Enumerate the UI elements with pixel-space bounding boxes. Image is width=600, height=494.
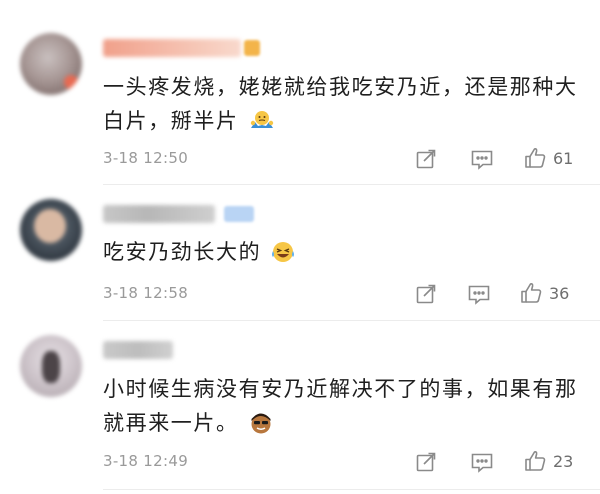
thumbs-up-icon xyxy=(519,281,543,305)
comment-timestamp: 3-18 12:50 xyxy=(103,149,189,167)
comment-button[interactable] xyxy=(470,147,494,171)
comment-icon xyxy=(470,148,494,170)
comment-text: 吃安乃劲长大的 xyxy=(103,235,583,269)
username-blurred[interactable] xyxy=(103,205,215,223)
thumbs-up-icon xyxy=(523,146,547,170)
cool-face-emoji-icon xyxy=(249,410,271,434)
comment-item: 一头疼发烧，姥姥就给我吃安乃近，还是那种大白片，掰半片 3-18 12:50 6… xyxy=(0,0,600,185)
comment-timestamp: 3-18 12:58 xyxy=(103,284,189,302)
share-button[interactable] xyxy=(415,450,437,474)
share-button[interactable] xyxy=(415,282,437,306)
thumbs-up-icon xyxy=(523,449,547,473)
share-icon xyxy=(415,451,437,473)
comment-text: 小时候生病没有安乃近解决不了的事，如果有那就再来一片。 xyxy=(103,377,578,435)
comment-button[interactable] xyxy=(467,282,491,306)
username-blurred[interactable] xyxy=(103,39,241,57)
comment-icon xyxy=(467,283,491,305)
comment-timestamp: 3-18 12:49 xyxy=(103,452,189,470)
username-blurred[interactable] xyxy=(103,341,173,359)
share-button[interactable] xyxy=(415,147,437,171)
comment-item: 吃安乃劲长大的 3-18 12:58 36 xyxy=(0,185,600,321)
like-count: 23 xyxy=(553,451,574,471)
share-icon xyxy=(415,283,437,305)
avatar[interactable] xyxy=(20,199,82,261)
avatar[interactable] xyxy=(20,33,82,95)
like-button[interactable]: 23 xyxy=(523,449,573,473)
like-count: 61 xyxy=(553,148,574,168)
like-button[interactable]: 36 xyxy=(519,281,569,305)
like-button[interactable]: 61 xyxy=(523,146,573,170)
user-badge-icon xyxy=(244,40,260,56)
comment-item: 小时候生病没有安乃近解决不了的事，如果有那就再来一片。 3-18 12:49 2… xyxy=(0,321,600,494)
user-badge-icon xyxy=(224,206,254,222)
like-count: 36 xyxy=(549,283,570,303)
shrug-emoji-icon xyxy=(249,108,274,130)
avatar[interactable] xyxy=(20,335,82,397)
divider xyxy=(103,489,600,490)
comment-button[interactable] xyxy=(470,450,494,474)
comment-text: 一头疼发烧，姥姥就给我吃安乃近，还是那种大白片，掰半片 xyxy=(103,75,578,133)
laughing-crying-emoji-icon xyxy=(271,239,295,262)
share-icon xyxy=(415,148,437,170)
comment-icon xyxy=(470,451,494,473)
